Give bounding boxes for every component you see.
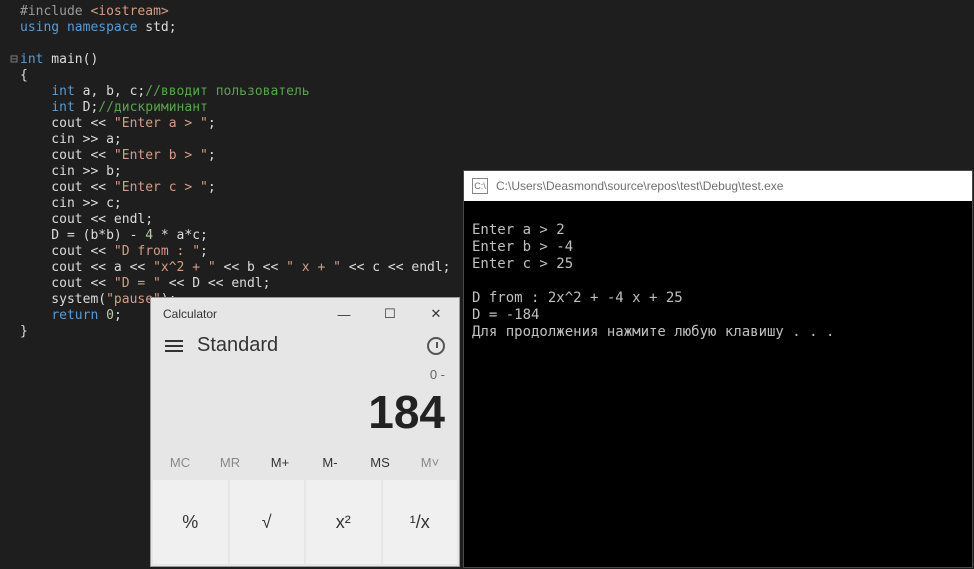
minimize-button[interactable]: —	[321, 298, 367, 330]
memory-store-button[interactable]: MS	[355, 449, 405, 476]
calculator-display: 0 - 184	[151, 367, 459, 447]
console-output: Enter a > 2 Enter b > -4 Enter c > 25 D …	[464, 201, 972, 362]
console-icon: C:\	[472, 178, 488, 194]
memory-minus-button[interactable]: M-	[305, 449, 355, 476]
calculator-titlebar[interactable]: Calculator — ☐ ✕	[151, 298, 459, 330]
memory-plus-button[interactable]: M+	[255, 449, 305, 476]
display-result: 184	[165, 385, 445, 439]
memory-list-button[interactable]: M˅	[405, 449, 455, 476]
calculator-title: Calculator	[163, 307, 217, 321]
comment: //дискриминант	[98, 100, 208, 115]
memory-clear-button[interactable]: MC	[155, 449, 205, 476]
include-header: <iostream>	[90, 4, 168, 19]
comment: //вводит пользователь	[145, 84, 309, 99]
calculator-window[interactable]: Calculator — ☐ ✕ Standard 0 - 184 MC MR …	[150, 297, 460, 567]
console-window[interactable]: C:\ C:\Users\Deasmond\source\repos\test\…	[463, 170, 973, 568]
display-expression: 0 -	[165, 367, 445, 385]
preprocessor: #include	[20, 4, 90, 19]
sqrt-button[interactable]: √	[230, 480, 305, 564]
memory-row: MC MR M+ M- MS M˅	[151, 447, 459, 478]
percent-button[interactable]: %	[153, 480, 228, 564]
close-button[interactable]: ✕	[413, 298, 459, 330]
memory-recall-button[interactable]: MR	[205, 449, 255, 476]
fold-gutter	[8, 4, 20, 20]
calculator-mode: Standard	[197, 334, 427, 357]
console-titlebar[interactable]: C:\ C:\Users\Deasmond\source\repos\test\…	[464, 171, 972, 201]
maximize-button[interactable]: ☐	[367, 298, 413, 330]
calculator-keypad: % √ x² ¹/x	[151, 478, 459, 566]
reciprocal-button[interactable]: ¹/x	[383, 480, 458, 564]
square-button[interactable]: x²	[306, 480, 381, 564]
history-icon[interactable]	[427, 337, 445, 355]
menu-icon[interactable]	[165, 340, 183, 352]
fold-toggle[interactable]: ⊟	[8, 52, 20, 68]
console-title: C:\Users\Deasmond\source\repos\test\Debu…	[496, 179, 783, 193]
